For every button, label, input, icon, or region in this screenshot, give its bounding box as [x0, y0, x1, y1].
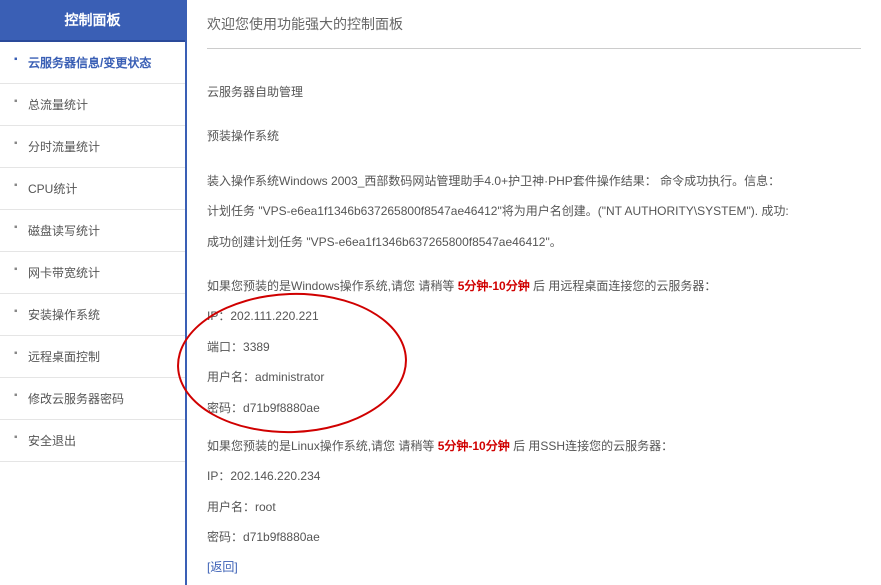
port-label: 端口：	[207, 340, 243, 354]
port-value: 3389	[243, 340, 270, 354]
sidebar-item-hourly-traffic[interactable]: 分时流量统计	[0, 126, 185, 168]
sidebar-item-remote-desktop[interactable]: 远程桌面控制	[0, 336, 185, 378]
ip-label-2: IP：	[207, 469, 230, 483]
windows-instruction: 如果您预装的是Windows操作系统,请您 请稍等 5分钟-10分钟 后 用远程…	[207, 273, 861, 299]
sidebar-item-label: 云服务器信息/变更状态	[28, 56, 151, 70]
sidebar-item-change-password[interactable]: 修改云服务器密码	[0, 378, 185, 420]
sidebar-item-cpu-stats[interactable]: CPU统计	[0, 168, 185, 210]
install-msg-1: 装入操作系统Windows 2003_西部数码网站管理助手4.0+护卫神·PHP…	[207, 168, 861, 194]
win-pre: 如果您预装的是Windows操作系统,请您 请稍等	[207, 279, 458, 293]
wait-time: 5分钟-10分钟	[458, 279, 530, 293]
install-msg-2: 计划任务 "VPS-e6ea1f1346b637265800f8547ae464…	[207, 198, 861, 224]
sidebar-item-label: CPU统计	[28, 182, 77, 196]
user-label-2: 用户名：	[207, 500, 255, 514]
sidebar-item-label: 总流量统计	[28, 98, 88, 112]
back-link[interactable]: [返回]	[207, 554, 861, 580]
linux-pre: 如果您预装的是Linux操作系统,请您 请稍等	[207, 439, 438, 453]
sidebar-item-label: 安全退出	[28, 434, 76, 448]
sidebar-item-label: 修改云服务器密码	[28, 392, 124, 406]
sidebar-item-logout[interactable]: 安全退出	[0, 420, 185, 462]
win-pwd-value: d71b9f8880ae	[243, 401, 320, 415]
wait-time-2: 5分钟-10分钟	[438, 439, 510, 453]
linux-ip-value: 202.146.220.234	[230, 469, 320, 483]
sidebar-item-label: 分时流量统计	[28, 140, 100, 154]
user-label: 用户名：	[207, 370, 255, 384]
win-ip-value: 202.111.220.221	[230, 309, 318, 323]
sidebar-item-label: 网卡带宽统计	[28, 266, 100, 280]
linux-post: 后 用SSH连接您的云服务器：	[510, 439, 673, 453]
sidebar-item-label: 安装操作系统	[28, 308, 100, 322]
linux-pwd-value: d71b9f8880ae	[243, 530, 320, 544]
ip-label: IP：	[207, 309, 230, 323]
sidebar-item-disk-stats[interactable]: 磁盘读写统计	[0, 210, 185, 252]
win-user-value: administrator	[255, 370, 324, 384]
main-content: 欢迎您使用功能强大的控制面板 云服务器自助管理 预装操作系统 装入操作系统Win…	[185, 0, 881, 585]
pwd-label-2: 密码：	[207, 530, 243, 544]
sidebar-item-install-os[interactable]: 安装操作系统	[0, 294, 185, 336]
sidebar-item-server-info[interactable]: 云服务器信息/变更状态	[0, 42, 185, 84]
linux-user-value: root	[255, 500, 276, 514]
win-post: 后 用远程桌面连接您的云服务器：	[530, 279, 717, 293]
linux-instruction: 如果您预装的是Linux操作系统,请您 请稍等 5分钟-10分钟 后 用SSH连…	[207, 433, 861, 459]
sidebar-item-label: 磁盘读写统计	[28, 224, 100, 238]
install-result: 装入操作系统Windows 2003_西部数码网站管理助手4.0+护卫神·PHP…	[207, 168, 861, 255]
sidebar-item-total-traffic[interactable]: 总流量统计	[0, 84, 185, 126]
install-msg-3: 成功创建计划任务 "VPS-e6ea1f1346b637265800f8547a…	[207, 229, 861, 255]
sidebar-header: 控制面板	[0, 0, 185, 42]
page-welcome: 欢迎您使用功能强大的控制面板	[207, 0, 861, 49]
pwd-label: 密码：	[207, 401, 243, 415]
page-title: 云服务器自助管理	[207, 79, 861, 105]
windows-credentials: IP：202.111.220.221 端口：3389 用户名：administr…	[207, 303, 861, 421]
sidebar: 控制面板 云服务器信息/变更状态 总流量统计 分时流量统计 CPU统计 磁盘读写…	[0, 0, 185, 585]
sidebar-item-nic-stats[interactable]: 网卡带宽统计	[0, 252, 185, 294]
sidebar-item-label: 远程桌面控制	[28, 350, 100, 364]
page-subtitle: 预装操作系统	[207, 123, 861, 149]
